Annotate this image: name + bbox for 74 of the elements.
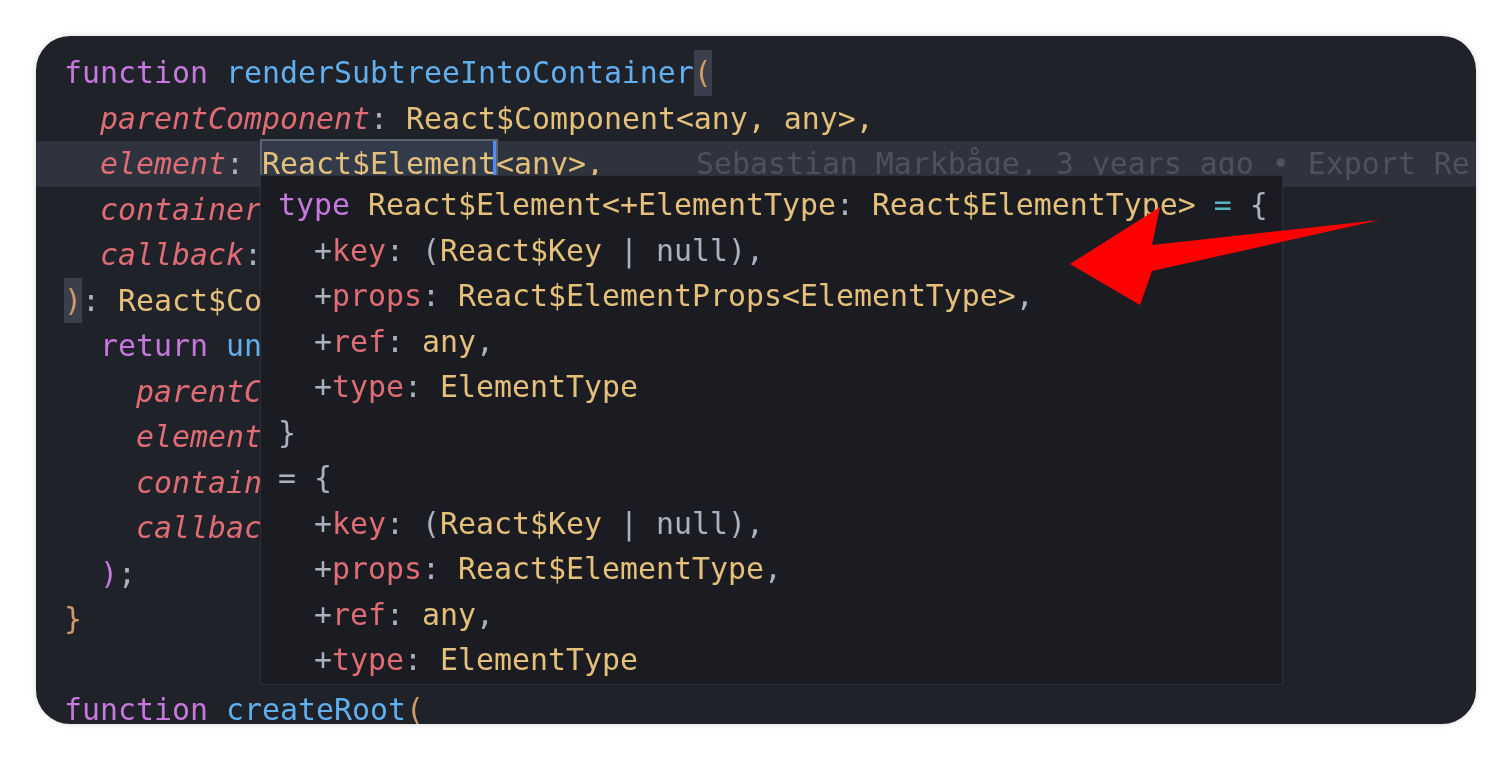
code-token: contain <box>134 463 262 502</box>
code-token: any <box>422 595 476 634</box>
code-token: + <box>313 595 332 634</box>
code-token: + <box>313 504 332 543</box>
code-token: ref <box>332 595 386 634</box>
code-token: : <box>82 281 101 320</box>
code-token: <any, any>, <box>675 99 874 138</box>
code-token: { <box>1249 186 1268 224</box>
code-token: React$Element<+ElementType <box>368 186 836 224</box>
code-token: ( <box>693 50 712 96</box>
code-token: : <box>243 236 262 274</box>
code-token: : ( <box>386 231 440 270</box>
code-token: ( <box>405 691 424 724</box>
code-token: : ( <box>386 504 440 543</box>
code-token: React$Component <box>405 99 676 138</box>
code-token: ) <box>99 554 118 593</box>
code-token: callback <box>99 236 244 274</box>
code-token: type <box>332 641 404 679</box>
code-token: | null), <box>618 504 764 544</box>
code-token: createRoot <box>225 691 406 724</box>
code-token: type <box>332 368 404 406</box>
code-token: : <box>386 595 405 634</box>
code-token: type <box>278 186 351 224</box>
code-token: ElementType <box>440 641 638 679</box>
code-token: = <box>278 459 297 497</box>
code-token: React$Key <box>440 231 602 270</box>
code-token: ; <box>118 554 136 593</box>
code-token: | null), <box>618 231 764 271</box>
code-token: React$ElementType> <box>871 186 1196 224</box>
code-token: , <box>476 595 494 634</box>
code-token: , <box>1015 277 1034 315</box>
code-token: ElementType <box>440 368 638 406</box>
code-token: + <box>313 231 332 270</box>
code-token: function <box>64 54 209 92</box>
code-token: return <box>99 327 209 365</box>
code-token: = <box>1212 186 1233 224</box>
code-token: + <box>313 277 332 315</box>
code-token: React$ElementType <box>458 550 764 588</box>
code-token: : <box>369 99 389 138</box>
code-token: + <box>313 641 332 679</box>
code-token: renderSubtreeIntoContainer <box>225 54 694 92</box>
code-token: + <box>313 322 332 361</box>
code-token: ) <box>64 277 82 323</box>
code-token: : <box>404 368 423 406</box>
code-token: container <box>99 190 262 229</box>
code-token: un <box>225 327 262 365</box>
code-token: } <box>278 413 296 452</box>
code-token: callbac <box>134 509 262 547</box>
code-token: , <box>763 550 782 588</box>
code-token: React$Co <box>118 281 262 320</box>
code-token: key <box>332 504 386 543</box>
code-token: + <box>313 550 332 588</box>
code-token: } <box>64 600 82 638</box>
code-token: : <box>835 186 855 224</box>
code-token: : <box>225 145 245 183</box>
code-token: { <box>314 459 332 497</box>
code-token: function <box>64 691 209 724</box>
code-token: parentC <box>134 372 262 411</box>
code-token: React$ElementProps<ElementType> <box>458 277 1016 315</box>
code-token: , <box>476 322 494 361</box>
code-token: props <box>332 277 422 315</box>
code-token: : <box>386 322 405 361</box>
code-token: key <box>332 231 386 270</box>
code-token: : <box>422 277 441 315</box>
code-token: React$Key <box>440 504 602 543</box>
code-token: + <box>313 368 332 406</box>
code-token: element <box>134 418 262 456</box>
code-token: element <box>99 145 226 183</box>
code-token: : <box>404 641 423 679</box>
code-token: parentComponent <box>99 99 370 138</box>
code-token: : <box>422 550 441 588</box>
code-token: any <box>422 322 476 361</box>
code-token: props <box>332 550 422 588</box>
code-token: ref <box>332 322 386 361</box>
